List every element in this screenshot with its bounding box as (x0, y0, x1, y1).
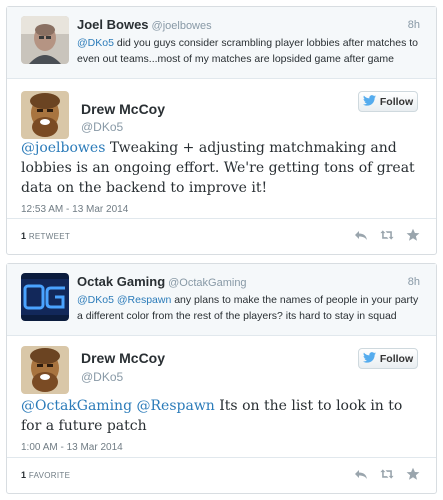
reply-icon[interactable] (354, 467, 368, 481)
retweet-icon[interactable] (380, 467, 394, 481)
tweet-timestamp[interactable]: 12:53 AM - 13 Mar 2014 (21, 204, 128, 215)
tweet-timestamp[interactable]: 1:00 AM - 13 Mar 2014 (21, 442, 123, 453)
tweet-footer: 1 RETWEET (7, 218, 436, 254)
reply-icon[interactable] (354, 228, 368, 242)
context-author-name[interactable]: Joel Bowes (77, 17, 149, 32)
in-reply-to-tweet[interactable]: Joel Bowes @joelbowes 8h @DKo5 did you gu… (7, 7, 436, 79)
context-time[interactable]: 8h (408, 19, 420, 31)
avatar-drew-mccoy[interactable] (21, 346, 69, 394)
context-text: @DKo5 did you guys consider scrambling p… (77, 35, 425, 67)
tweet-footer: 1 FAVORITE (7, 457, 436, 493)
tweet-actions (354, 228, 420, 242)
follow-button-label: Follow (379, 95, 414, 108)
favorite-star-icon[interactable] (406, 228, 420, 242)
favorite-star-icon[interactable] (406, 467, 420, 481)
tweet-actions (354, 467, 420, 481)
avatar-octak-gaming[interactable] (21, 273, 69, 321)
mention-link[interactable]: @Respawn (137, 398, 215, 414)
context-time[interactable]: 8h (408, 276, 420, 288)
tweet-card-1: Joel Bowes @joelbowes 8h @DKo5 did you gu… (6, 6, 437, 255)
mention-link[interactable]: @DKo5 (77, 37, 114, 49)
in-reply-to-tweet[interactable]: Octak Gaming @OctakGaming 8h @DKo5 @Respa… (7, 264, 436, 336)
context-body: did you guys consider scrambling player … (77, 37, 419, 65)
stat-label: RETWEET (28, 232, 71, 241)
mention-link[interactable]: @OctakGaming (21, 398, 132, 414)
twitter-bird-icon (362, 351, 376, 366)
avatar-joel-bowes[interactable] (21, 16, 69, 64)
avatar-drew-mccoy[interactable] (21, 91, 69, 139)
author-handle[interactable]: @DKo5 (81, 370, 123, 384)
stat-count: 1 (21, 231, 27, 241)
favorite-count[interactable]: 1 FAVORITE (21, 470, 70, 480)
author-name[interactable]: Drew McCoy (81, 101, 165, 117)
retweet-count[interactable]: 1 RETWEET (21, 231, 70, 241)
context-text: @DKo5 @Respawn any plans to make the nam… (77, 292, 425, 324)
context-author-name[interactable]: Octak Gaming (77, 274, 165, 289)
mention-link[interactable]: @Respawn (117, 294, 171, 306)
author-handle[interactable]: @DKo5 (81, 120, 123, 134)
stat-label: FAVORITE (28, 471, 71, 480)
mention-link[interactable]: @DKo5 (77, 294, 114, 306)
retweet-icon[interactable] (380, 228, 394, 242)
stat-count: 1 (21, 470, 27, 480)
author-name[interactable]: Drew McCoy (81, 350, 165, 366)
follow-button[interactable]: Follow (358, 348, 418, 369)
mention-link[interactable]: @joelbowes (21, 140, 105, 156)
follow-button[interactable]: Follow (358, 91, 418, 112)
follow-button-label: Follow (379, 352, 414, 365)
context-author-handle[interactable]: @joelbowes (152, 20, 212, 32)
twitter-bird-icon (362, 94, 376, 109)
tweet-text: @OctakGaming @Respawn Its on the list to… (21, 396, 421, 436)
tweet-text: @joelbowes Tweaking + adjusting matchmak… (21, 138, 421, 198)
context-author-handle[interactable]: @OctakGaming (168, 277, 246, 289)
context-author[interactable]: Octak Gaming @OctakGaming (77, 274, 247, 289)
context-author[interactable]: Joel Bowes @joelbowes (77, 17, 212, 32)
tweet-card-2: Octak Gaming @OctakGaming 8h @DKo5 @Respa… (6, 263, 437, 494)
